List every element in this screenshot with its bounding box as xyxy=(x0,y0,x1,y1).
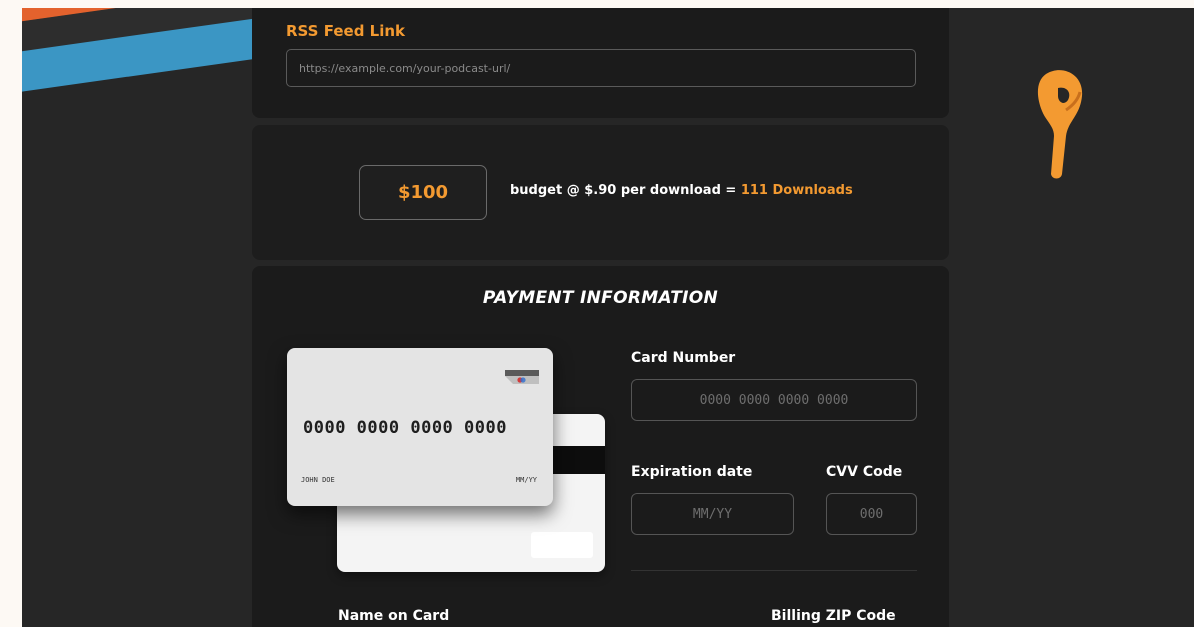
card-number-label: Card Number xyxy=(631,350,736,366)
earbud-illustration xyxy=(1037,70,1083,179)
rss-feed-input[interactable] xyxy=(286,49,916,87)
card-number-input[interactable] xyxy=(631,379,917,421)
page-viewport: RSS Feed Link $100 budget @ $.90 per dow… xyxy=(22,8,1194,627)
budget-downloads: 111 Downloads xyxy=(740,183,853,198)
budget-amount-input[interactable]: $100 xyxy=(359,165,487,220)
billing-zip-label: Billing ZIP Code xyxy=(771,608,896,624)
payment-panel: PAYMENT INFORMATION 0000 0000 0000 0000 … xyxy=(252,266,949,627)
expiration-label: Expiration date xyxy=(631,464,753,480)
rss-panel: RSS Feed Link xyxy=(252,8,949,118)
card-front-illustration: 0000 0000 0000 0000 JOHN DOE MM/YY xyxy=(287,348,553,506)
budget-summary-prefix: budget @ $.90 per download = xyxy=(510,183,741,198)
rss-feed-label: RSS Feed Link xyxy=(286,22,406,40)
card-signature-box xyxy=(531,532,593,558)
cvv-input[interactable] xyxy=(826,493,917,535)
cvv-label: CVV Code xyxy=(826,464,903,480)
expiration-input[interactable] xyxy=(631,493,794,535)
card-preview-expiry: MM/YY xyxy=(515,476,537,484)
card-chip-icon xyxy=(505,370,539,384)
card-preview-name: JOHN DOE xyxy=(301,476,335,484)
payment-divider xyxy=(631,570,917,571)
budget-panel: $100 budget @ $.90 per download = 111 Do… xyxy=(252,125,949,260)
budget-summary: budget @ $.90 per download = 111 Downloa… xyxy=(510,183,853,198)
payment-title: PAYMENT INFORMATION xyxy=(482,288,719,308)
name-on-card-label: Name on Card xyxy=(338,608,450,624)
card-preview-number: 0000 0000 0000 0000 xyxy=(303,418,507,438)
